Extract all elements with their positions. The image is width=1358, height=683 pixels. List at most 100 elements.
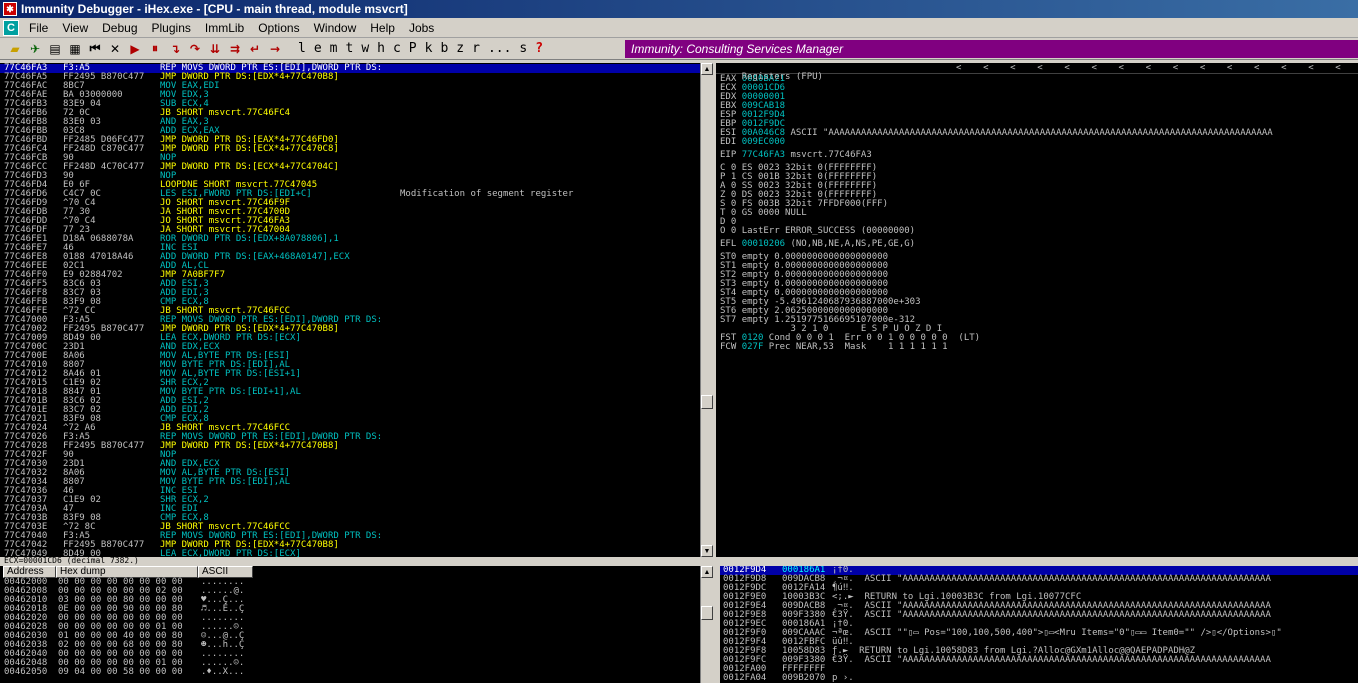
- disasm-row[interactable]: 77C4701E 83C7 02 ADD EDI,2: [0, 406, 700, 415]
- consulting-banner[interactable]: Immunity: Consulting Services Manager: [625, 40, 1358, 58]
- toolbar-l[interactable]: l: [294, 41, 310, 56]
- disasm-row[interactable]: 77C46FB6 72 0C JB SHORT msvcrt.77C46FC4: [0, 109, 700, 118]
- toolbar-h[interactable]: h: [373, 41, 389, 56]
- toolbar-p[interactable]: P: [405, 41, 421, 56]
- scroll-thumb[interactable]: [701, 395, 713, 409]
- register-row[interactable]: FCW 027F Prec NEAR,53 Mask 1 1 1 1 1 1: [716, 343, 1358, 352]
- toolbar-r[interactable]: r: [468, 41, 484, 56]
- disasm-row[interactable]: 77C47032 8A06 MOV AL,BYTE PTR DS:[ESI]: [0, 469, 700, 478]
- trace-into-icon[interactable]: ⇊: [206, 40, 224, 58]
- disassembly-pane[interactable]: 77C46FA3 F3:A5 REP MOVS DWORD PTR ES:[EDI]…: [0, 63, 700, 557]
- dump-scroll-thumb[interactable]: [701, 606, 713, 620]
- disasm-row[interactable]: 77C4700C 23D1 AND EDX,ECX: [0, 343, 700, 352]
- menu-view[interactable]: View: [56, 21, 96, 35]
- scroll-down-icon[interactable]: ▼: [701, 545, 713, 557]
- help-icon[interactable]: ?: [531, 41, 547, 56]
- dump-scrollbar[interactable]: ▲: [700, 566, 713, 683]
- disasm-row[interactable]: 77C4703B 83F9 08 CMP ECX,8: [0, 514, 700, 523]
- menu-help[interactable]: Help: [364, 21, 403, 35]
- disasm-row[interactable]: 77C47018 8847 01 MOV BYTE PTR DS:[EDI+1],A…: [0, 388, 700, 397]
- register-row[interactable]: T 0 GS 0000 NULL: [716, 209, 1358, 218]
- toolbar-s[interactable]: s: [515, 41, 531, 56]
- memory-map-icon[interactable]: ▦: [66, 40, 84, 58]
- trace-over-icon[interactable]: ⇉: [226, 40, 244, 58]
- disasm-row[interactable]: 77C46FDD ^70 C4 JO SHORT msvcrt.77C46FA3: [0, 217, 700, 226]
- register-scroll-arrows[interactable]: < < < < < < < < < < < < < < < <: [956, 64, 1358, 73]
- step-over-icon[interactable]: ↷: [186, 40, 204, 58]
- register-row[interactable]: O 0 LastErr ERROR_SUCCESS (00000000): [716, 227, 1358, 236]
- disasm-row[interactable]: 77C46FE8 0188 47018A46 ADD DWORD PTR DS:[E…: [0, 253, 700, 262]
- disasm-row[interactable]: 77C46FFB 83F9 08 CMP ECX,8: [0, 298, 700, 307]
- register-row[interactable]: EDI 009EC000: [716, 138, 1358, 147]
- toolbar-c[interactable]: c: [389, 41, 405, 56]
- stack-row[interactable]: 0012FA04 009B2070 p ›.: [720, 674, 1358, 683]
- disasm-row[interactable]: 77C47015 C1E9 02 SHR ECX,2: [0, 379, 700, 388]
- dump-scroll-up-icon[interactable]: ▲: [701, 566, 713, 578]
- disasm-row[interactable]: 77C47030 23D1 AND EDX,ECX: [0, 460, 700, 469]
- disasm-row[interactable]: 77C47028 FF2495 B870C477 JMP DWORD PTR DS:…: [0, 442, 700, 451]
- menu-jobs[interactable]: Jobs: [403, 21, 442, 35]
- disasm-row[interactable]: 77C47009 8D49 00 LEA ECX,DWORD PTR DS:[ECX…: [0, 334, 700, 343]
- disasm-row[interactable]: 77C46FF0 E9 02884702 JMP 7A0BF7F7: [0, 271, 700, 280]
- disasm-row[interactable]: 77C47010 8807 MOV BYTE PTR DS:[EDI],AL: [0, 361, 700, 370]
- disasm-row[interactable]: 77C47042 FF2495 B870C477 JMP DWORD PTR DS:…: [0, 541, 700, 550]
- hex-dump-pane[interactable]: Address Hex dump ASCII 00462000 00 00 00 …: [0, 566, 700, 683]
- disasm-row[interactable]: 77C46FB3 83E9 04 SUB ECX,4: [0, 100, 700, 109]
- open-icon[interactable]: ▰: [6, 40, 24, 58]
- register-row[interactable]: ESI 00A046C8 ASCII "AAAAAAAAAAAAAAAAAAAA…: [716, 129, 1358, 138]
- run-icon[interactable]: ▶: [126, 40, 144, 58]
- disasm-row[interactable]: 77C4701B 83C6 02 ADD ESI,2: [0, 397, 700, 406]
- rewind-icon[interactable]: ⏮: [86, 40, 104, 58]
- toolbar-e[interactable]: e: [310, 41, 326, 56]
- pause-icon[interactable]: ⏸: [146, 40, 164, 58]
- close-process-icon[interactable]: ✕: [106, 40, 124, 58]
- toolbar-t[interactable]: t: [341, 41, 357, 56]
- toolbar-b[interactable]: b: [436, 41, 452, 56]
- menu-plugins[interactable]: Plugins: [146, 21, 199, 35]
- disasm-row[interactable]: 77C46FD9 ^70 C4 JO SHORT msvcrt.77C46F9F: [0, 199, 700, 208]
- toolbar-m[interactable]: m: [326, 41, 342, 56]
- disasm-row[interactable]: 77C46FD3 90 NOP: [0, 172, 700, 181]
- register-row[interactable]: EDX 00000001: [716, 93, 1358, 102]
- disasm-row[interactable]: 77C47036 46 INC ESI: [0, 487, 700, 496]
- menu-window[interactable]: Window: [308, 21, 365, 35]
- execute-till-return-icon[interactable]: ↵: [246, 40, 264, 58]
- disasm-row[interactable]: 77C46FD6 C4C7 0C LES ESI,FWORD PTR DS:[EDI…: [0, 190, 700, 199]
- registers-pane[interactable]: Registers (FPU) < < < < < < < < < < < < …: [716, 63, 1358, 557]
- disasm-row[interactable]: 77C46FB8 83E0 03 AND EAX,3: [0, 118, 700, 127]
- menu-immlib[interactable]: ImmLib: [199, 21, 252, 35]
- disasm-row[interactable]: 77C47049 8D49 00 LEA ECX,DWORD PTR DS:[ECX…: [0, 550, 700, 558]
- toolbar-dots[interactable]: ...: [484, 41, 515, 56]
- disasm-row[interactable]: 77C47021 83F9 08 CMP ECX,8: [0, 415, 700, 424]
- disasm-row[interactable]: 77C46FDB 77 30 JA SHORT msvcrt.77C4700D: [0, 208, 700, 217]
- disasm-row[interactable]: 77C46FAE BA 03000000 MOV EDX,3: [0, 91, 700, 100]
- disasm-row[interactable]: 77C4702F 90 NOP: [0, 451, 700, 460]
- register-row[interactable]: ESP 0012F9D4: [716, 111, 1358, 120]
- toolbar-k[interactable]: k: [421, 41, 437, 56]
- menu-file[interactable]: File: [23, 21, 56, 35]
- disasm-row[interactable]: 77C47002 FF2495 B870C477 JMP DWORD PTR DS:…: [0, 325, 700, 334]
- register-row[interactable]: EBX 009CAB18: [716, 102, 1358, 111]
- disasm-row[interactable]: 77C46FD4 E0 6F LOOPDNE SHORT msvcrt.77C470…: [0, 181, 700, 190]
- disasm-row[interactable]: 77C4703A 47 INC EDI: [0, 505, 700, 514]
- go-to-icon[interactable]: →: [266, 40, 284, 58]
- disasm-row[interactable]: 77C47034 8807 MOV BYTE PTR DS:[EDI],AL: [0, 478, 700, 487]
- disasm-row[interactable]: 77C47012 8A46 01 MOV AL,BYTE PTR DS:[ESI+1…: [0, 370, 700, 379]
- toolbar-z[interactable]: z: [452, 41, 468, 56]
- dump-row[interactable]: 00462050 09 04 00 00 58 00 00 00 .♦..X...: [0, 668, 700, 677]
- disasm-row[interactable]: 77C46FA5 FF2495 B870C477 JMP DWORD PTR DS:…: [0, 73, 700, 82]
- attach-icon[interactable]: ✈: [26, 40, 44, 58]
- cpu-window-icon[interactable]: C: [3, 19, 19, 36]
- disassembly-scrollbar[interactable]: ▲ ▼: [700, 63, 713, 557]
- step-into-icon[interactable]: ↴: [166, 40, 184, 58]
- disasm-row[interactable]: 77C46FC4 FF248D C870C477 JMP DWORD PTR DS:…: [0, 145, 700, 154]
- scroll-up-icon[interactable]: ▲: [701, 63, 713, 75]
- register-row[interactable]: S 0 FS 003B 32bit 7FFDF000(FFF): [716, 200, 1358, 209]
- window-list-icon[interactable]: ▤: [46, 40, 64, 58]
- disasm-row[interactable]: 77C46FF5 83C6 03 ADD ESI,3: [0, 280, 700, 289]
- toolbar-w[interactable]: w: [357, 41, 373, 56]
- disasm-row[interactable]: 77C46FCC FF248D 4C70C477 JMP DWORD PTR DS:…: [0, 163, 700, 172]
- disasm-row[interactable]: 77C4700E 8A06 MOV AL,BYTE PTR DS:[ESI]: [0, 352, 700, 361]
- menu-options[interactable]: Options: [252, 21, 307, 35]
- register-row[interactable]: EIP 77C46FA3 msvcrt.77C46FA3: [716, 151, 1358, 160]
